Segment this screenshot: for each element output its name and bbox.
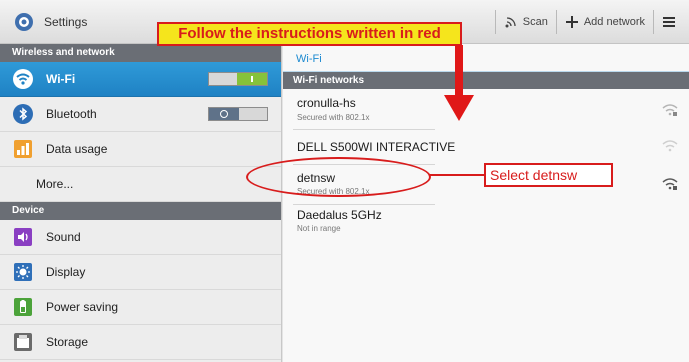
section-header-device: Device [0,202,281,220]
sound-icon [12,226,34,248]
action-bar-actions: Scan Add network [494,0,689,44]
scan-icon [505,17,516,28]
add-network-button[interactable]: Add network [557,8,653,36]
plus-icon [565,16,578,28]
settings-list: Wireless and network Wi-Fi Bluetooth Dat… [0,44,282,362]
settings-item-data-usage[interactable]: Data usage [0,132,281,167]
instruction-banner: Follow the instructions written in red [157,22,462,46]
storage-icon [12,331,34,353]
settings-item-more[interactable]: More... [0,167,281,202]
wifi-icon [12,68,34,90]
settings-item-label: Display [46,265,86,279]
settings-item-storage[interactable]: Storage [0,325,281,360]
app-title: Settings [44,15,88,29]
menu-icon [663,17,675,27]
network-name: cronulla-hs [297,96,356,110]
settings-item-power-saving[interactable]: Power saving [0,290,281,325]
data-usage-icon [12,138,34,160]
display-icon [12,261,34,283]
wifi-signal-icon [662,104,678,116]
arrow-down-icon [444,45,474,121]
settings-item-display[interactable]: Display [0,255,281,290]
section-header-wifi-networks: Wi-Fi networks [283,72,689,89]
settings-item-label: Bluetooth [46,107,97,121]
settings-item-wifi[interactable]: Wi-Fi [0,62,281,97]
pane-title: Wi-Fi [296,53,322,65]
settings-item-label: Wi-Fi [46,72,76,86]
wifi-detail-pane: Wi-Fi Wi-Fi networks cronulla-hs Secured… [283,44,689,362]
add-network-label: Add network [583,16,645,28]
settings-icon[interactable] [14,12,34,32]
network-name: DELL S500WI INTERACTIVE [297,140,456,154]
power-saving-icon [12,296,34,318]
bluetooth-icon [12,103,34,125]
settings-item-label: Sound [46,230,81,244]
wifi-toggle[interactable] [208,72,268,86]
settings-item-label: More... [36,177,74,191]
settings-item-label: Power saving [46,300,119,314]
callout-connector [430,174,486,176]
network-item-cronulla-hs[interactable]: cronulla-hs Secured with 802.1x [283,90,689,130]
scan-button[interactable]: Scan [496,8,556,36]
settings-item-label: Storage [46,335,89,349]
highlight-ellipse [246,157,431,197]
network-status: Not in range [297,224,341,233]
network-name: Daedalus 5GHz [297,208,382,222]
wifi-signal-icon [662,140,678,152]
settings-item-bluetooth[interactable]: Bluetooth [0,97,281,132]
network-item-daedalus-5ghz[interactable]: Daedalus 5GHz Not in range [283,205,689,243]
bluetooth-toggle[interactable] [208,107,268,121]
settings-item-sound[interactable]: Sound [0,220,281,255]
callout-box: Select detnsw [484,163,613,187]
overflow-menu-button[interactable] [654,8,689,36]
section-header-wireless: Wireless and network [0,44,281,62]
scan-label: Scan [522,16,548,28]
settings-item-label: Data usage [46,142,108,156]
wifi-signal-icon [662,178,678,190]
network-status: Secured with 802.1x [297,113,370,122]
